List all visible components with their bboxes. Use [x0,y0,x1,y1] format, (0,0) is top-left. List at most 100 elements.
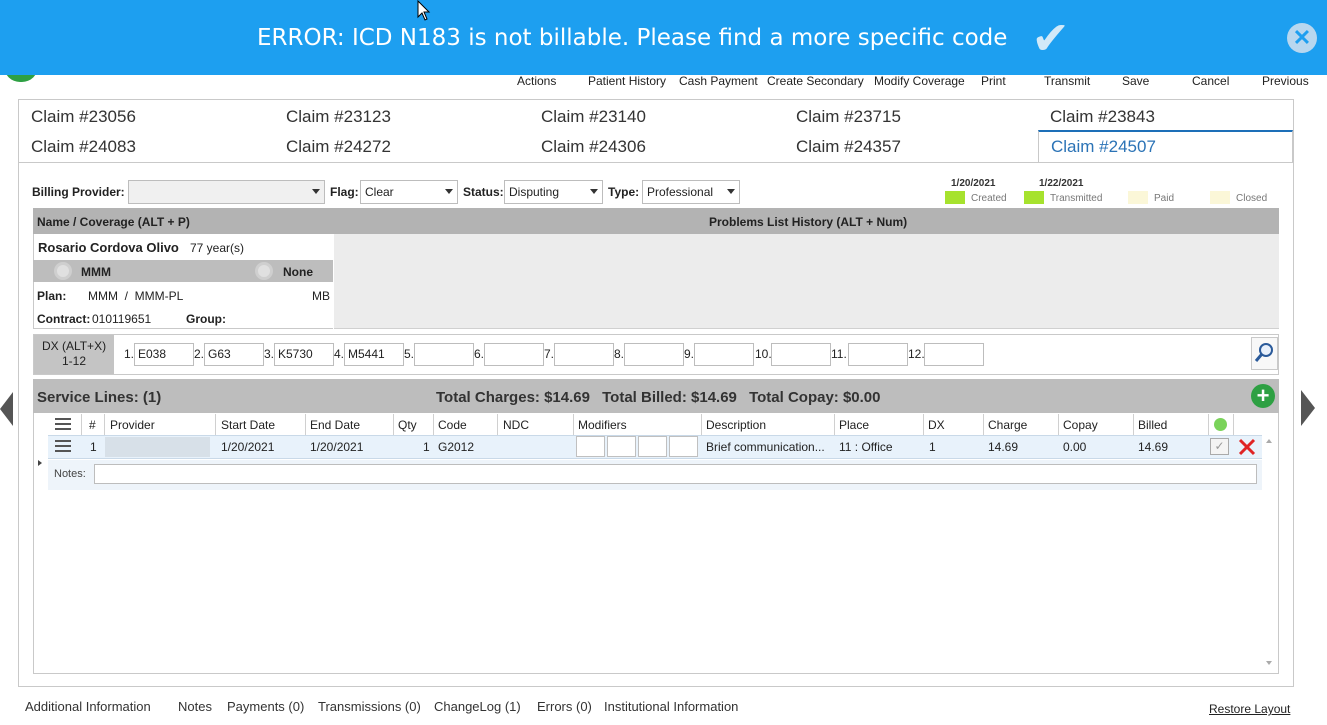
dx-number: 3. [264,347,275,361]
tab-claim-23715[interactable]: Claim #23715 [784,102,1039,132]
copay-cell[interactable]: 0.00 [1063,440,1086,454]
status-select[interactable]: Disputing [504,180,603,204]
print-button[interactable]: Print [981,74,1006,88]
end-date-cell[interactable]: 1/20/2021 [310,440,363,454]
row-number: 1 [90,440,97,454]
dx-code-field[interactable] [771,343,831,366]
save-button[interactable]: Save [1122,74,1149,88]
dx-range: 1-12 [61,354,87,368]
mouse-cursor-icon [417,0,431,21]
dx-pointer-cell[interactable]: 1 [929,440,936,454]
dx-code-field[interactable] [694,343,754,366]
next-claim-arrow-icon[interactable] [1301,390,1315,426]
modifier-field[interactable] [638,436,667,457]
column-header[interactable]: Provider [110,418,155,432]
dx-code-field[interactable] [554,343,614,366]
row-expand-icon[interactable] [38,460,42,466]
dx-code-field[interactable] [414,343,474,366]
column-header[interactable]: Start Date [221,418,275,432]
none-radio[interactable] [255,262,273,280]
column-header[interactable]: Modifiers [578,418,627,432]
charge-cell[interactable]: 14.69 [988,440,1018,454]
tab-claim-24357[interactable]: Claim #24357 [784,132,1039,162]
add-service-line-button[interactable]: + [1251,384,1275,408]
tab-claim-23140[interactable]: Claim #23140 [529,102,784,132]
create-secondary-button[interactable]: Create Secondary [767,74,864,88]
column-header[interactable]: NDC [503,418,529,432]
dx-number: 9. [684,347,695,361]
column-header[interactable]: Place [839,418,869,432]
start-date-cell[interactable]: 1/20/2021 [221,440,274,454]
dx-code-field[interactable] [624,343,684,366]
cancel-button[interactable]: Cancel [1192,74,1229,88]
tab-claim-24507[interactable]: Claim #24507 [1038,130,1293,163]
actions-button[interactable]: Actions [517,74,556,88]
cash-payment-button[interactable]: Cash Payment [679,74,758,88]
column-header[interactable]: Copay [1063,418,1098,432]
mmm-radio[interactable] [54,262,72,280]
scroll-down-icon[interactable] [1266,661,1272,665]
delete-row-icon[interactable] [1237,437,1257,457]
tab-claim-24306[interactable]: Claim #24306 [529,132,784,162]
row-menu-icon[interactable] [55,440,71,455]
tab-changelog[interactable]: ChangeLog (1) [434,699,521,714]
tab-claim-23843[interactable]: Claim #23843 [1038,102,1293,132]
column-header[interactable]: Billed [1138,418,1167,432]
tab-institutional-information[interactable]: Institutional Information [604,699,738,714]
modifier-field[interactable] [669,436,698,457]
column-separator [81,414,82,435]
description-cell[interactable]: Brief communication... [706,440,825,454]
tab-claim-24272[interactable]: Claim #24272 [274,132,529,162]
previous-claim-arrow-icon[interactable] [0,392,13,426]
tab-payments[interactable]: Payments (0) [227,699,304,714]
tab-additional-information[interactable]: Additional Information [25,699,151,714]
column-header[interactable]: Code [438,418,467,432]
column-header[interactable]: Charge [988,418,1027,432]
tab-transmissions[interactable]: Transmissions (0) [318,699,421,714]
column-header[interactable]: DX [928,418,945,432]
dx-code-field[interactable]: G63 [204,343,264,366]
dx-search-button[interactable] [1251,337,1278,370]
billed-cell[interactable]: 14.69 [1138,440,1168,454]
dx-code-field[interactable]: E038 [134,343,194,366]
patient-history-button[interactable]: Patient History [588,74,666,88]
tab-claim-23123[interactable]: Claim #23123 [274,102,529,132]
column-separator [497,414,498,435]
place-cell[interactable]: 11 : Office [839,440,893,454]
mmm-option-label: MMM [81,265,111,279]
column-separator [983,414,984,435]
dx-code-field[interactable]: M5441 [344,343,404,366]
row-checkbox[interactable]: ✓ [1210,438,1229,455]
dx-code-field[interactable]: K5730 [274,343,334,366]
column-header[interactable]: Qty [398,418,417,432]
checkmark-icon[interactable]: ✔ [1031,15,1070,61]
column-header[interactable]: End Date [310,418,360,432]
scroll-up-icon[interactable] [1266,439,1272,443]
tab-notes[interactable]: Notes [178,699,212,714]
provider-cell[interactable] [105,437,210,457]
tab-claim-24083[interactable]: Claim #24083 [19,132,274,162]
flag-select[interactable]: Clear [360,180,458,204]
billing-provider-select[interactable] [128,180,325,204]
problems-list-panel [334,234,1279,329]
menu-icon[interactable] [55,418,71,433]
dx-code-field[interactable] [924,343,984,366]
previous-button[interactable]: Previous [1262,74,1309,88]
dx-code-field[interactable] [484,343,544,366]
notes-input[interactable] [94,464,1257,484]
column-header[interactable]: Description [706,418,766,432]
modifier-field[interactable] [607,436,636,457]
qty-cell[interactable]: 1 [423,440,430,454]
tab-claim-23056[interactable]: Claim #23056 [19,102,274,132]
dx-code-field[interactable] [848,343,908,366]
tab-errors[interactable]: Errors (0) [537,699,592,714]
modify-coverage-button[interactable]: Modify Coverage [874,74,965,88]
code-cell[interactable]: G2012 [438,440,474,454]
modifier-field[interactable] [576,436,605,457]
type-select[interactable]: Professional [642,180,740,204]
column-header[interactable]: # [89,418,96,432]
dx-number: 5. [404,347,415,361]
transmit-button[interactable]: Transmit [1044,74,1090,88]
close-circle-icon[interactable]: ✕ [1287,23,1317,53]
restore-layout-link[interactable]: Restore Layout [1209,702,1290,716]
